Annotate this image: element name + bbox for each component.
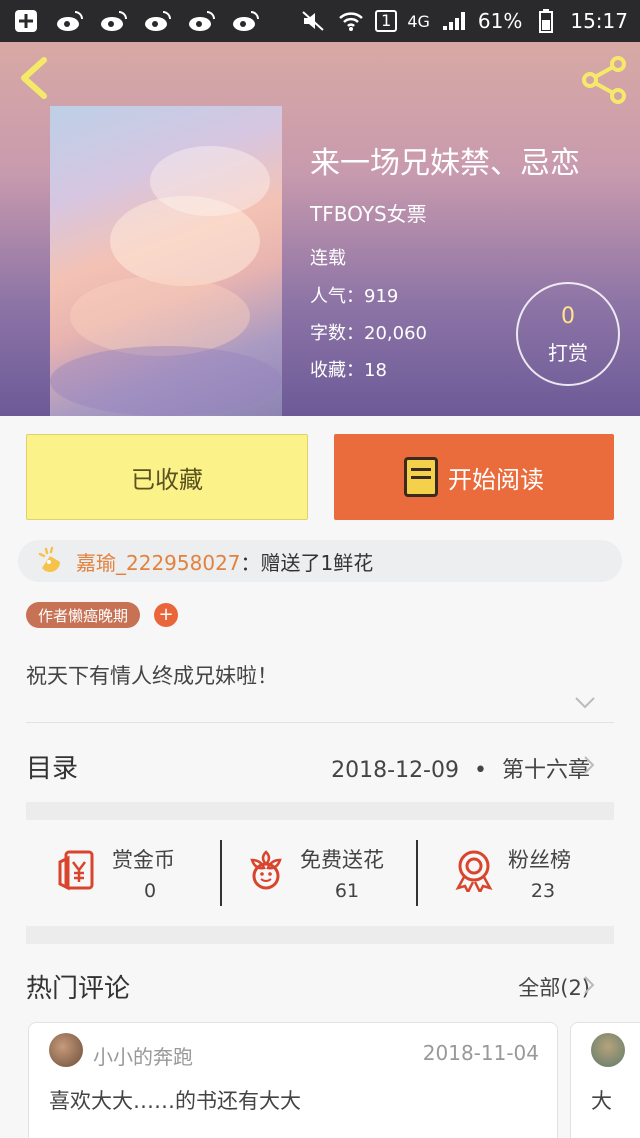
back-arrow-icon	[21, 57, 47, 99]
reward-coin-icon	[58, 850, 94, 891]
medal-icon	[455, 850, 493, 892]
book-cover[interactable]	[50, 106, 282, 416]
section-gap	[26, 926, 614, 944]
word-count-label: 字数：	[310, 323, 364, 344]
mute-icon	[299, 9, 327, 33]
book-intro: 祝天下有情人终成兄妹啦！	[26, 664, 278, 688]
share-button[interactable]	[580, 56, 628, 104]
book-icon	[404, 457, 438, 497]
comment-text: 大	[591, 1089, 612, 1113]
start-reading-button[interactable]: 开始阅读	[334, 434, 614, 520]
stat-separator	[416, 840, 418, 906]
stat-value: 23	[530, 880, 556, 902]
weibo-icon	[232, 9, 260, 33]
gift-banner[interactable]: 嘉瑜_222958027 ：赠送了1鲜花	[18, 540, 622, 582]
book-header: 来一场兄妹禁、忌恋 TFBOYS女票 连载 人气：919 字数：20,060 收…	[0, 42, 640, 416]
chevron-right-icon[interactable]	[582, 974, 596, 996]
section-gap	[26, 802, 614, 820]
stat-reward-coins[interactable]: 赏金币 0	[56, 840, 216, 906]
collected-label: 已收藏	[131, 465, 203, 494]
word-count-value: 20,060	[364, 323, 427, 344]
collected-button[interactable]: 已收藏	[26, 434, 308, 520]
battery-percent: 61%	[477, 9, 523, 33]
favorites-label: 收藏：	[310, 360, 364, 381]
gift-user[interactable]: 嘉瑜_222958027	[76, 547, 241, 576]
clock: 15:17	[570, 9, 628, 33]
add-tag-button[interactable]: +	[154, 603, 178, 627]
stat-label: 粉丝榜	[508, 848, 571, 872]
tip-label: 打赏	[548, 341, 588, 365]
divider	[26, 722, 614, 723]
stat-separator	[220, 840, 222, 906]
flower-gift-icon	[38, 546, 60, 572]
share-icon	[582, 56, 626, 104]
chevron-right-icon[interactable]	[582, 754, 596, 776]
favorites-row: 收藏：18	[310, 356, 387, 382]
weibo-icon	[100, 9, 128, 33]
latest-chapter-name: 第十六章	[501, 758, 590, 783]
latest-chapter-date: 2018-12-09	[331, 758, 459, 783]
stat-value: 0	[143, 880, 157, 902]
weibo-icon	[56, 9, 84, 33]
battery-icon	[532, 9, 560, 33]
favorites-value: 18	[364, 360, 387, 381]
gift-message: ：赠送了1鲜花	[240, 550, 374, 575]
network-type: 4G	[407, 11, 430, 31]
comment-card[interactable]: 小小的奔跑 2018-11-04 喜欢大大……的书还有大大	[28, 1022, 558, 1138]
word-count-row: 字数：20,060	[310, 319, 427, 345]
stat-value: 61	[334, 880, 360, 902]
comment-user[interactable]: 小小的奔跑	[93, 1041, 193, 1070]
weibo-icon	[188, 9, 216, 33]
stat-fan-ranking[interactable]: 粉丝榜 23	[452, 840, 612, 906]
weibo-icon	[144, 9, 172, 33]
wifi-icon	[337, 9, 365, 33]
separator-dot: •	[474, 758, 487, 783]
tip-button[interactable]: 0 打赏	[516, 282, 620, 386]
popularity-row: 人气：919	[310, 282, 398, 308]
popularity-label: 人气：	[310, 286, 364, 307]
comment-text: 喜欢大大……的书还有大大	[49, 1089, 301, 1113]
hot-comments-title: 热门评论	[26, 974, 131, 1004]
stat-label: 免费送花	[300, 848, 384, 872]
latest-chapter[interactable]: 2018-12-09 • 第十六章	[331, 752, 590, 784]
tip-count: 0	[561, 304, 575, 329]
back-button[interactable]	[16, 56, 52, 100]
flower-icon	[250, 850, 282, 890]
stat-label: 赏金币	[112, 848, 175, 872]
status-bar: 1 4G 61% 15:17	[0, 0, 640, 42]
stat-free-flowers[interactable]: 免费送花 61	[244, 840, 414, 906]
avatar[interactable]	[49, 1033, 83, 1067]
start-reading-label: 开始阅读	[448, 465, 544, 494]
serial-status: 连载	[310, 248, 346, 269]
author-tag[interactable]: 作者懒癌晚期	[26, 602, 141, 628]
comment-card[interactable]: 大	[570, 1022, 640, 1138]
catalog-label[interactable]: 目录	[26, 748, 78, 785]
sim-indicator: 1	[375, 10, 398, 32]
add-notification-icon	[12, 9, 40, 33]
signal-icon	[440, 9, 468, 33]
popularity-value: 919	[364, 286, 399, 307]
author-name[interactable]: TFBOYS女票	[310, 198, 427, 227]
chevron-down-icon[interactable]	[574, 696, 596, 710]
avatar[interactable]	[591, 1033, 625, 1067]
book-title: 来一场兄妹禁、忌恋	[310, 146, 580, 181]
all-comments-link[interactable]: 全部(2)	[518, 972, 590, 1002]
comment-date: 2018-11-04	[422, 1041, 539, 1065]
